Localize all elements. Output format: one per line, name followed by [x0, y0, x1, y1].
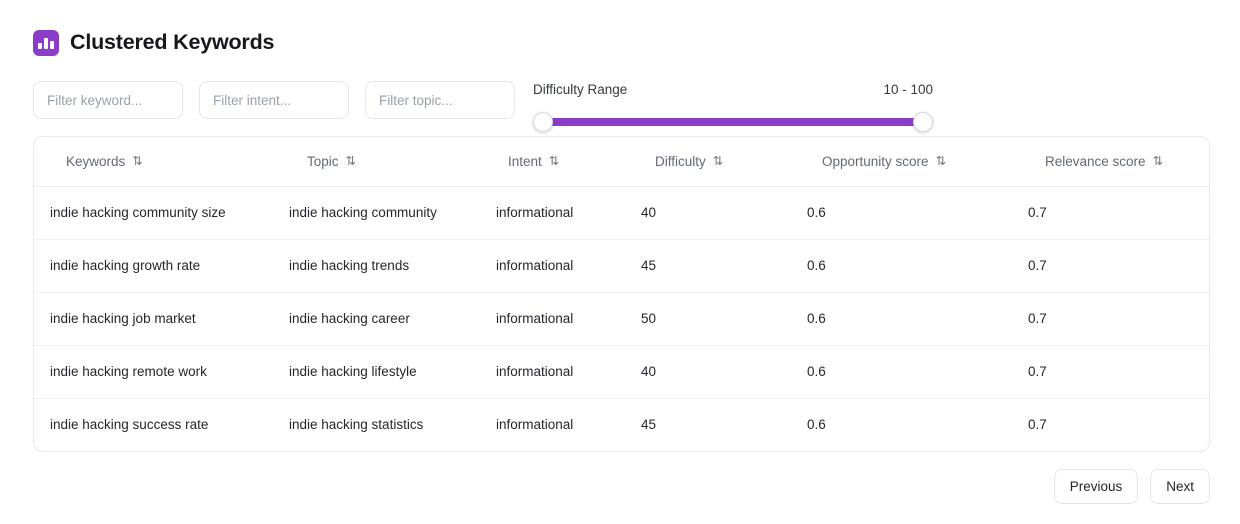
sort-icon[interactable]: ⇅ [713, 155, 723, 168]
cell-intent: informational [480, 186, 625, 239]
column-label-difficulty: Difficulty [655, 154, 706, 169]
filter-bar [33, 81, 515, 119]
table-row[interactable]: indie hacking community size indie hacki… [34, 186, 1210, 239]
filter-intent-input[interactable] [199, 81, 349, 119]
cell-difficulty: 50 [625, 292, 791, 345]
cell-intent: informational [480, 239, 625, 292]
cell-difficulty: 45 [625, 398, 791, 451]
column-header-difficulty[interactable]: Difficulty ⇅ [625, 137, 791, 186]
table-row[interactable]: indie hacking remote work indie hacking … [34, 345, 1210, 398]
table-row[interactable]: indie hacking growth rate indie hacking … [34, 239, 1210, 292]
cell-keywords: indie hacking growth rate [34, 239, 273, 292]
cell-opportunity-score: 0.6 [791, 186, 1012, 239]
cell-opportunity-score: 0.6 [791, 398, 1012, 451]
slider-handle-max[interactable] [913, 112, 933, 132]
page-title: Clustered Keywords [70, 32, 274, 54]
cell-intent: informational [480, 398, 625, 451]
clustered-keywords-page: Clustered Keywords Difficulty Range 10 -… [0, 0, 1240, 524]
slider-value: 10 - 100 [883, 82, 933, 97]
cell-topic: indie hacking community [273, 186, 480, 239]
sort-icon[interactable]: ⇅ [346, 155, 356, 168]
pagination: Previous Next [1054, 469, 1210, 504]
cell-keywords: indie hacking job market [34, 292, 273, 345]
cell-intent: informational [480, 345, 625, 398]
slider-label: Difficulty Range [533, 82, 627, 97]
cell-relevance-score: 0.7 [1012, 398, 1210, 451]
slider-header: Difficulty Range 10 - 100 [533, 82, 933, 99]
sort-icon[interactable]: ⇅ [936, 155, 946, 168]
cell-intent: informational [480, 292, 625, 345]
cell-topic: indie hacking trends [273, 239, 480, 292]
cell-keywords: indie hacking community size [34, 186, 273, 239]
column-label-intent: Intent [508, 154, 542, 169]
cell-opportunity-score: 0.6 [791, 292, 1012, 345]
column-header-keywords[interactable]: Keywords ⇅ [34, 137, 273, 186]
filter-keyword-input[interactable] [33, 81, 183, 119]
cell-relevance-score: 0.7 [1012, 186, 1210, 239]
column-label-topic: Topic [307, 154, 339, 169]
difficulty-range-slider: Difficulty Range 10 - 100 [533, 82, 933, 132]
cell-opportunity-score: 0.6 [791, 239, 1012, 292]
cell-relevance-score: 0.7 [1012, 239, 1210, 292]
bar-chart-icon [33, 30, 59, 56]
cell-topic: indie hacking career [273, 292, 480, 345]
column-header-opportunity-score[interactable]: Opportunity score ⇅ [791, 137, 1012, 186]
slider-track[interactable] [533, 112, 933, 132]
column-header-intent[interactable]: Intent ⇅ [480, 137, 625, 186]
cell-keywords: indie hacking remote work [34, 345, 273, 398]
column-label-opportunity-score: Opportunity score [822, 154, 929, 169]
table-row[interactable]: indie hacking success rate indie hacking… [34, 398, 1210, 451]
table-header-row: Keywords ⇅ Topic ⇅ Intent ⇅ [34, 137, 1210, 186]
column-header-relevance-score[interactable]: Relevance score ⇅ [1012, 137, 1210, 186]
column-label-keywords: Keywords [66, 154, 125, 169]
cell-topic: indie hacking statistics [273, 398, 480, 451]
cell-difficulty: 40 [625, 186, 791, 239]
cell-keywords: indie hacking success rate [34, 398, 273, 451]
filter-topic-input[interactable] [365, 81, 515, 119]
previous-page-button[interactable]: Previous [1054, 469, 1139, 504]
keywords-table: Keywords ⇅ Topic ⇅ Intent ⇅ [33, 136, 1210, 452]
cell-difficulty: 40 [625, 345, 791, 398]
cell-topic: indie hacking lifestyle [273, 345, 480, 398]
slider-fill [543, 118, 923, 126]
cell-relevance-score: 0.7 [1012, 345, 1210, 398]
table-row[interactable]: indie hacking job market indie hacking c… [34, 292, 1210, 345]
slider-handle-min[interactable] [533, 112, 553, 132]
cell-opportunity-score: 0.6 [791, 345, 1012, 398]
column-header-topic[interactable]: Topic ⇅ [273, 137, 480, 186]
sort-icon[interactable]: ⇅ [549, 155, 559, 168]
next-page-button[interactable]: Next [1150, 469, 1210, 504]
page-header: Clustered Keywords [33, 28, 274, 58]
cell-relevance-score: 0.7 [1012, 292, 1210, 345]
sort-icon[interactable]: ⇅ [1153, 155, 1163, 168]
column-label-relevance-score: Relevance score [1045, 154, 1146, 169]
sort-icon[interactable]: ⇅ [132, 155, 142, 168]
cell-difficulty: 45 [625, 239, 791, 292]
